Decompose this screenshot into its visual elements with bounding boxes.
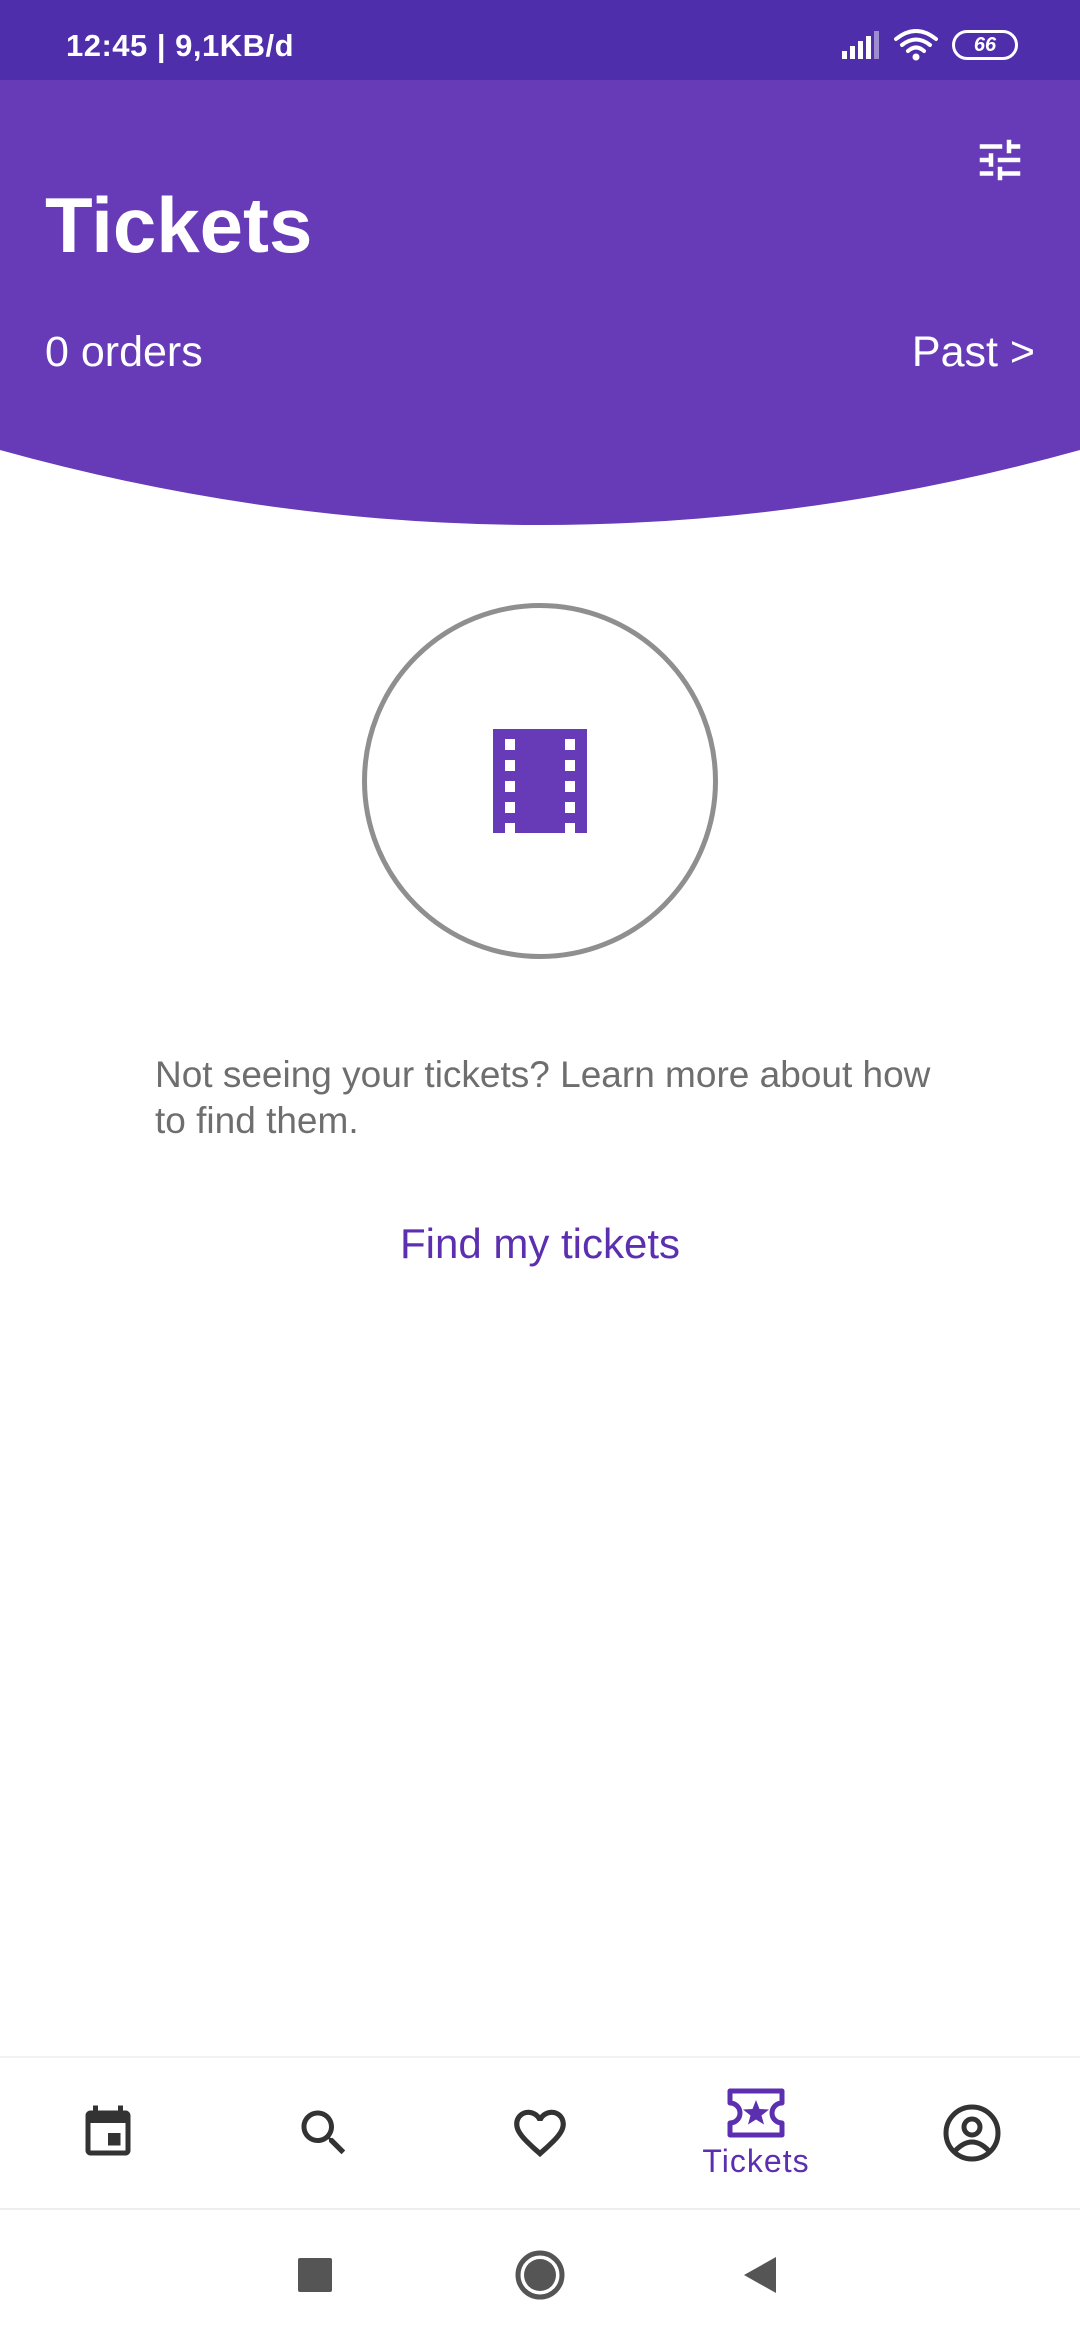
header-background: [0, 80, 1080, 525]
battery-icon: 66: [952, 30, 1018, 60]
filter-button[interactable]: [968, 128, 1032, 192]
calendar-icon: [85, 2105, 131, 2156]
help-text: Not seeing your tickets? Learn more abou…: [155, 1054, 931, 1141]
empty-state-circle: [362, 603, 718, 959]
tune-icon: [979, 139, 1021, 181]
nav-item-likes[interactable]: [432, 2058, 648, 2208]
back-button[interactable]: [725, 2240, 795, 2310]
nav-item-search[interactable]: [216, 2058, 432, 2208]
nav-label-tickets: Tickets: [702, 2142, 810, 2179]
nav-item-account[interactable]: [864, 2058, 1080, 2208]
home-button[interactable]: [505, 2240, 575, 2310]
status-bar: 12:45 | 9,1KB/d 66: [0, 0, 1080, 80]
page-title: Tickets: [45, 181, 313, 269]
film-strip-icon: [493, 729, 587, 833]
nav-item-tickets[interactable]: Tickets: [648, 2058, 864, 2208]
wifi-icon: [894, 29, 938, 61]
ticket-icon: [727, 2088, 785, 2137]
find-my-tickets-button[interactable]: Find my tickets: [340, 1214, 740, 1274]
signal-icon: [842, 31, 879, 59]
recents-button[interactable]: [280, 2240, 350, 2310]
battery-level: 66: [973, 33, 997, 56]
nav-item-calendar[interactable]: [0, 2058, 216, 2208]
orders-count: 0 orders: [45, 328, 203, 376]
back-icon: [744, 2257, 776, 2293]
home-icon: [515, 2250, 565, 2300]
recents-icon: [298, 2258, 332, 2292]
status-icons: 66: [840, 28, 1018, 62]
search-icon: [301, 2110, 346, 2155]
heart-icon: [514, 2109, 566, 2158]
bottom-nav: Tickets: [0, 2056, 1080, 2210]
header: Tickets 0 orders Past >: [0, 80, 1080, 530]
system-nav: [0, 2210, 1080, 2340]
account-icon: [943, 2104, 1001, 2162]
past-orders-link[interactable]: Past >: [912, 328, 1035, 377]
status-time: 12:45 | 9,1KB/d: [66, 28, 295, 63]
